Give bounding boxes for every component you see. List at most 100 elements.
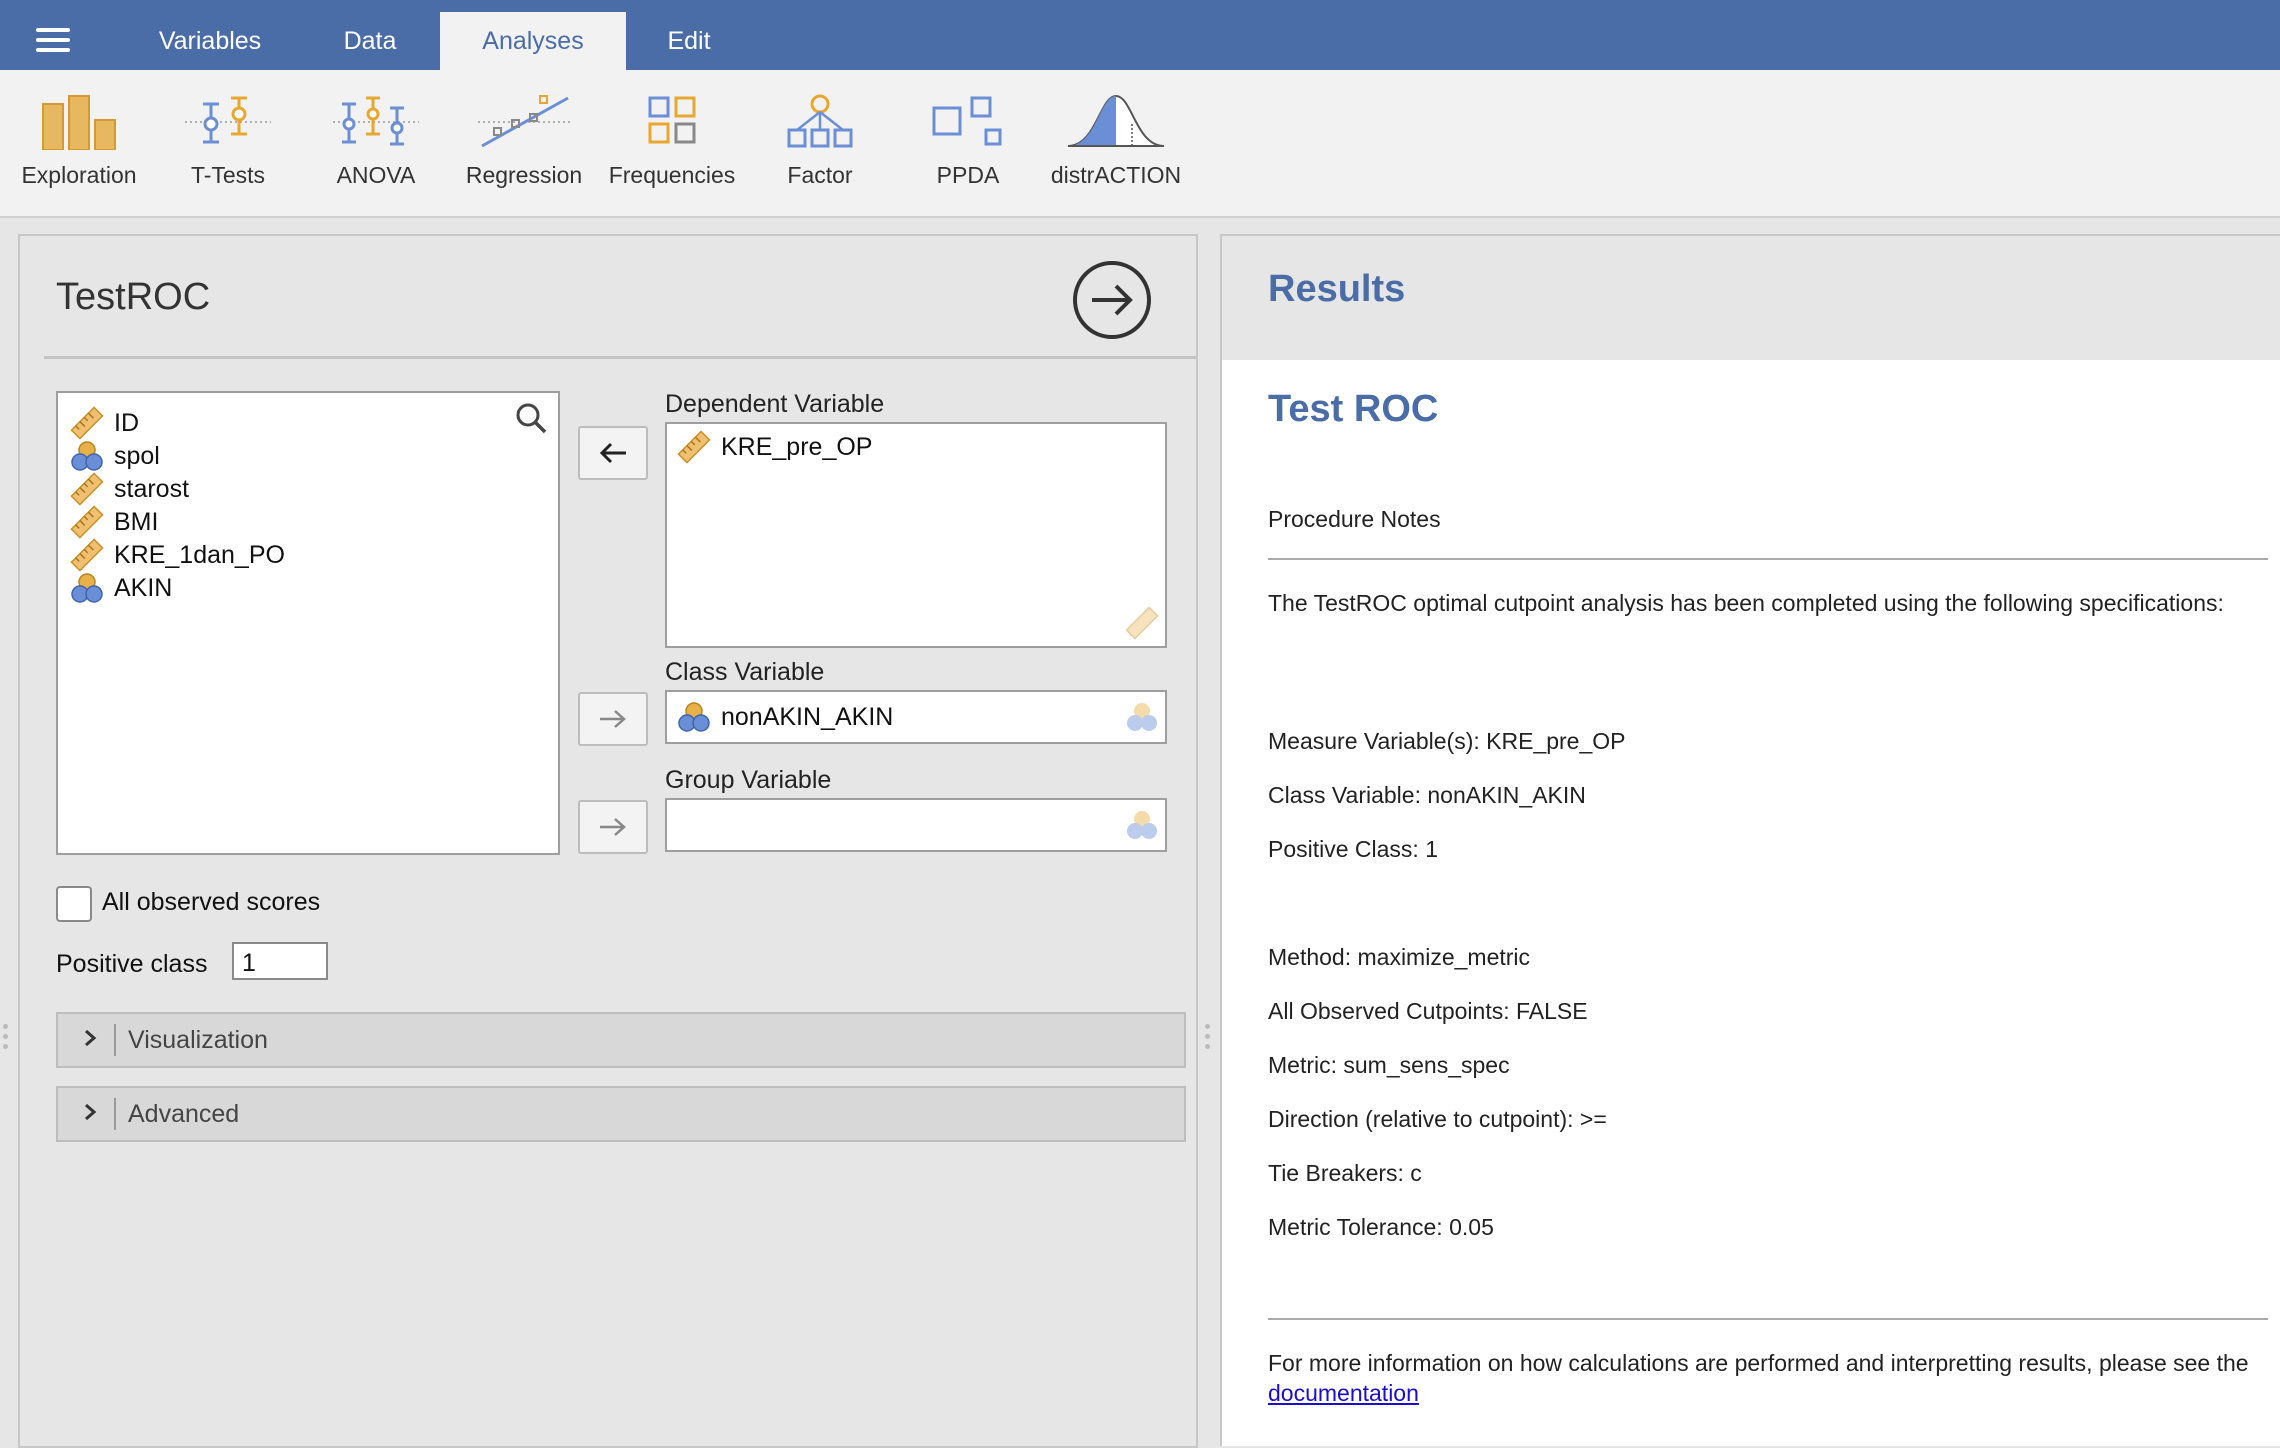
ribbon-exploration-button[interactable]: Exploration <box>4 94 154 189</box>
chevron-right-icon <box>85 1103 97 1121</box>
tab-variables[interactable]: Variables <box>124 12 296 70</box>
ribbon-frequencies-button[interactable]: Frequencies <box>597 94 747 189</box>
variable-name: spol <box>114 441 160 470</box>
group-variable-label: Group Variable <box>665 766 832 794</box>
notes-divider-bottom <box>1268 1318 2268 1320</box>
variable-name: AKIN <box>114 573 173 602</box>
distraction-icon <box>1067 94 1165 147</box>
positive-class-input[interactable]: 1 <box>232 942 328 980</box>
tab-analyses[interactable]: Analyses <box>440 12 626 70</box>
ribbon-factor-button[interactable]: Factor <box>745 94 895 189</box>
dependent-move-button[interactable] <box>578 426 648 480</box>
variable-list[interactable]: ID spol starost BMI KRE_1dan_PO AKIN <box>56 391 560 855</box>
results-heading: Results <box>1268 268 1406 310</box>
ribbon-label: ANOVA <box>336 162 416 188</box>
continuous-variable-icon <box>677 430 711 464</box>
variable-name: ID <box>114 408 139 437</box>
note-line: Positive Class: 1 <box>1268 836 1439 862</box>
advanced-section-label: Advanced <box>128 1100 240 1128</box>
nominal-variable-icon <box>678 702 710 732</box>
ribbon-label: Factor <box>787 162 853 188</box>
advanced-section-header[interactable]: Advanced <box>56 1086 1186 1142</box>
dependent-variable-name: KRE_pre_OP <box>721 432 873 461</box>
continuous-hint-icon <box>1125 606 1159 640</box>
variable-name: KRE_1dan_PO <box>114 540 285 569</box>
run-arrow-icon[interactable] <box>1072 260 1152 340</box>
notes-divider-top <box>1268 558 2268 560</box>
ppda-icon <box>932 96 1002 146</box>
nominal-variable-icon <box>71 441 103 471</box>
all-observed-label: All observed scores <box>102 888 321 916</box>
panel-resize-handle[interactable] <box>1205 1024 1211 1054</box>
tab-edit[interactable]: Edit <box>626 12 752 70</box>
anova-icon <box>333 96 419 146</box>
arrow-right-icon <box>600 710 626 728</box>
list-item[interactable]: AKIN <box>70 568 172 608</box>
note-line: All Observed Cutpoints: FALSE <box>1268 998 1588 1024</box>
note-line: Class Variable: nonAKIN_AKIN <box>1268 782 1586 808</box>
nominal-variable-icon <box>71 573 103 603</box>
continuous-variable-icon <box>70 406 104 440</box>
continuous-variable-icon <box>70 505 104 539</box>
class-variable-box[interactable]: nonAKIN_AKIN <box>665 690 1167 744</box>
dependent-variable-label: Dependent Variable <box>665 390 885 418</box>
ribbon-label: PPDA <box>936 162 1000 188</box>
arrow-left-icon <box>599 442 626 464</box>
procedure-notes-heading: Procedure Notes <box>1268 506 1441 532</box>
hamburger-menu-icon[interactable] <box>36 28 70 52</box>
menu-bar: Variables Data Analyses Edit <box>0 0 2280 70</box>
search-icon[interactable] <box>514 401 548 435</box>
class-variable-name: nonAKIN_AKIN <box>721 702 894 731</box>
continuous-variable-icon <box>70 538 104 572</box>
ribbon-distraction-button[interactable]: distrACTION <box>1041 94 1191 189</box>
options-panel: TestROC ID spol starost BMI KRE_1dan_PO … <box>18 234 1198 1448</box>
left-resize-handle[interactable] <box>3 1024 9 1054</box>
note-line: Direction (relative to cutpoint): >= <box>1268 1106 1607 1132</box>
documentation-note-text: For more information on how calculations… <box>1268 1350 2249 1376</box>
positive-class-label: Positive class <box>56 950 208 978</box>
dependent-variable-item[interactable]: KRE_pre_OP <box>677 430 872 464</box>
all-observed-checkbox[interactable] <box>56 886 92 922</box>
tab-data[interactable]: Data <box>300 12 440 70</box>
group-move-button[interactable] <box>578 800 648 854</box>
ribbon-label: distrACTION <box>1050 162 1182 188</box>
variable-name: starost <box>114 474 190 503</box>
documentation-note: For more information on how calculations… <box>1268 1348 2258 1408</box>
ribbon-label: Exploration <box>21 162 137 188</box>
note-line: Metric Tolerance: 0.05 <box>1268 1214 1494 1240</box>
note-line: Metric: sum_sens_spec <box>1268 1052 1510 1078</box>
group-variable-box[interactable] <box>665 798 1167 852</box>
analysis-options-title: TestROC <box>56 276 211 318</box>
class-variable-label: Class Variable <box>665 658 825 686</box>
results-panel: Results Test ROC Procedure Notes The Tes… <box>1220 234 2280 1446</box>
ribbon-ppda-button[interactable]: PPDA <box>893 94 1043 189</box>
title-divider <box>44 356 1196 359</box>
note-line: Method: maximize_metric <box>1268 944 1531 970</box>
dependent-variable-box[interactable]: KRE_pre_OP <box>665 422 1167 648</box>
arrow-right-icon <box>600 818 626 836</box>
procedure-intro-text: The TestROC optimal cutpoint analysis ha… <box>1268 590 2224 616</box>
note-line: Measure Variable(s): KRE_pre_OP <box>1268 728 1626 754</box>
class-move-button[interactable] <box>578 692 648 746</box>
continuous-variable-icon <box>70 472 104 506</box>
section-divider <box>114 1098 116 1130</box>
ribbon-label: Frequencies <box>608 162 736 188</box>
exploration-icon <box>42 95 116 150</box>
nominal-hint-icon <box>1127 811 1157 839</box>
visualization-section-header[interactable]: Visualization <box>56 1012 1186 1068</box>
frequencies-icon <box>648 96 696 144</box>
ribbon-anova-button[interactable]: ANOVA <box>301 94 451 189</box>
chevron-right-icon <box>85 1029 97 1047</box>
ribbon-regression-button[interactable]: Regression <box>449 94 599 189</box>
results-analysis-title: Test ROC <box>1268 388 1439 430</box>
visualization-section-label: Visualization <box>128 1026 268 1054</box>
regression-icon <box>478 95 570 148</box>
note-line: Tie Breakers: c <box>1268 1160 1422 1186</box>
ribbon-t-tests-button[interactable]: T-Tests <box>153 94 303 189</box>
analysis-ribbon: Exploration T-Tests ANOVA Regression Fre… <box>0 70 2280 218</box>
section-divider <box>114 1024 116 1056</box>
ribbon-label: Regression <box>465 162 583 188</box>
documentation-link[interactable]: documentation <box>1268 1380 1419 1406</box>
class-variable-item[interactable]: nonAKIN_AKIN <box>677 700 893 734</box>
nominal-hint-icon <box>1127 703 1157 731</box>
